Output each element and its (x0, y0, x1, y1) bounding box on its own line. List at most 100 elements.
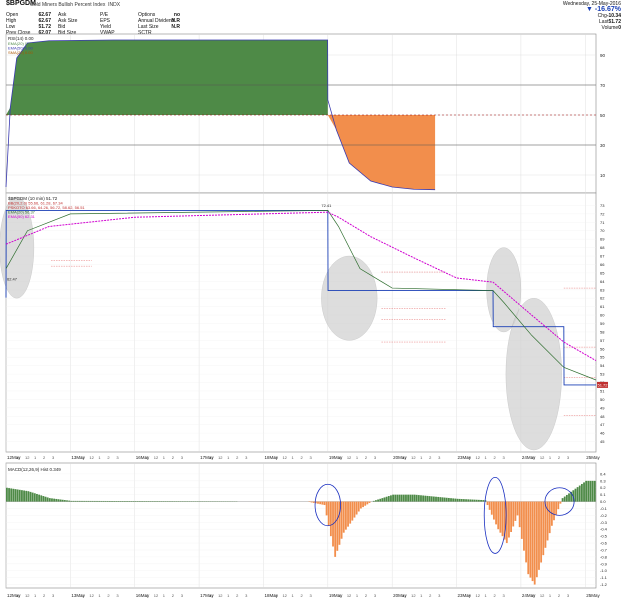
macd-bar (48, 498, 51, 502)
macd-bar (593, 480, 596, 502)
mid-axis-time-label: 2 (558, 455, 561, 460)
macd-bar (91, 500, 94, 502)
macd-bar (398, 494, 401, 502)
macd-bar (402, 494, 405, 502)
macd-bar (420, 495, 422, 502)
macd-tick-label: 0.2 (600, 485, 606, 490)
macd-bar (540, 501, 543, 563)
macd-bar (435, 496, 437, 502)
macd-bar (585, 480, 588, 502)
macd-bar (377, 499, 379, 502)
macd-bar (74, 500, 77, 502)
mid-axis-time-label: 3 (309, 455, 312, 460)
price-tick-label: 63 (600, 287, 605, 292)
bollinger-cloud (321, 255, 378, 341)
macd-bar (327, 501, 330, 526)
macd-bar (392, 494, 395, 502)
macd-bar (413, 494, 416, 502)
macd-bar (6, 487, 8, 502)
macd-bar (480, 499, 482, 502)
mid-axis-time-label: 3 (374, 455, 377, 460)
macd-bar (100, 500, 103, 502)
macd-bar (102, 500, 105, 502)
bottom-axis-time-label: 12 (89, 593, 94, 598)
macd-bar (63, 500, 66, 502)
macd-bar (70, 500, 73, 502)
macd-bar (23, 490, 25, 502)
mid-axis-time-label: 2 (429, 455, 432, 460)
macd-bar (355, 501, 358, 515)
price-tick-label: 54 (600, 363, 605, 368)
macd-bar (336, 501, 339, 551)
price-tick-label: 51 (600, 388, 605, 393)
macd-bar (329, 501, 332, 537)
last-price-label: 51.72 (597, 382, 608, 387)
macd-bar (46, 497, 49, 502)
macd-bar (428, 496, 431, 502)
macd-bar (454, 498, 457, 502)
macd-bar (387, 496, 390, 502)
macd-bar (66, 500, 68, 502)
mid-axis-time-label: 2 (236, 455, 239, 460)
macd-bar (390, 495, 392, 502)
mid-axis-time-label: 3 (503, 455, 506, 460)
price-tick-label: 67 (600, 254, 605, 259)
bottom-axis-time-label: 3 (374, 593, 377, 598)
macd-bar (104, 500, 107, 502)
macd-bar (310, 501, 313, 503)
macd-bar (488, 501, 491, 510)
mid-axis-time-label: 12 (282, 455, 287, 460)
price-tick-label: 47 (600, 422, 605, 427)
rsi-tick-label: 90 (600, 53, 606, 58)
macd-title: MACD(12,26,9) Hist 0.349 (8, 467, 61, 472)
macd-bar (59, 499, 62, 502)
macd-bar (124, 501, 126, 502)
bottom-axis-time-label: 2 (494, 593, 497, 598)
mid-axis-time-label: 2 (300, 455, 303, 460)
bottom-axis-time-label: 12 (540, 593, 545, 598)
macd-bar (8, 488, 10, 502)
macd-bar (565, 494, 568, 502)
macd-bar (518, 501, 521, 528)
bottom-axis-time-label: 3 (245, 593, 248, 598)
macd-bar (422, 495, 425, 502)
macd-bar (568, 493, 570, 502)
bottom-axis-time-label: 1 (485, 593, 488, 598)
macd-bar (460, 499, 463, 502)
macd-bar (29, 491, 32, 502)
macd-bar (57, 499, 60, 502)
macd-tick-label: -1.0 (600, 568, 608, 573)
bottom-axis-time-label: 12 (411, 593, 416, 598)
macd-bar (44, 496, 47, 502)
bottom-axis-time-label: 1 (356, 593, 359, 598)
macd-bar (424, 495, 427, 502)
macd-bar (83, 500, 86, 502)
bottom-axis-time-label: 2 (172, 593, 175, 598)
macd-bar (31, 492, 34, 502)
macd-bar (121, 501, 124, 502)
macd-bar (490, 501, 493, 515)
macd-bar (344, 501, 347, 530)
macd-bar (439, 497, 442, 502)
macd-bar (27, 491, 30, 502)
macd-bar (85, 500, 88, 502)
macd-bar (456, 498, 459, 502)
bottom-axis-time-label: 3 (309, 593, 312, 598)
bottom-axis-time-label: 12 (282, 593, 287, 598)
macd-bar (117, 501, 120, 502)
macd-bar (591, 480, 594, 502)
price-tick-label: 56 (600, 346, 605, 351)
macd-bar (417, 495, 420, 502)
macd-bar (432, 496, 435, 502)
bottom-axis-time-label: 1 (291, 593, 294, 598)
price-tick-label: 72 (600, 211, 605, 216)
macd-bar (113, 501, 116, 502)
bottom-axis-time-label: 2 (365, 593, 368, 598)
mid-axis-time-label: 3 (567, 455, 570, 460)
macd-bar (583, 482, 585, 502)
mid-axis-time-label: 1 (291, 455, 294, 460)
macd-bar (72, 500, 75, 502)
bottom-axis-time-label: 1 (227, 593, 230, 598)
price-legend-entry: EMA(50) 62.31 (8, 214, 36, 219)
macd-bar (548, 501, 551, 534)
